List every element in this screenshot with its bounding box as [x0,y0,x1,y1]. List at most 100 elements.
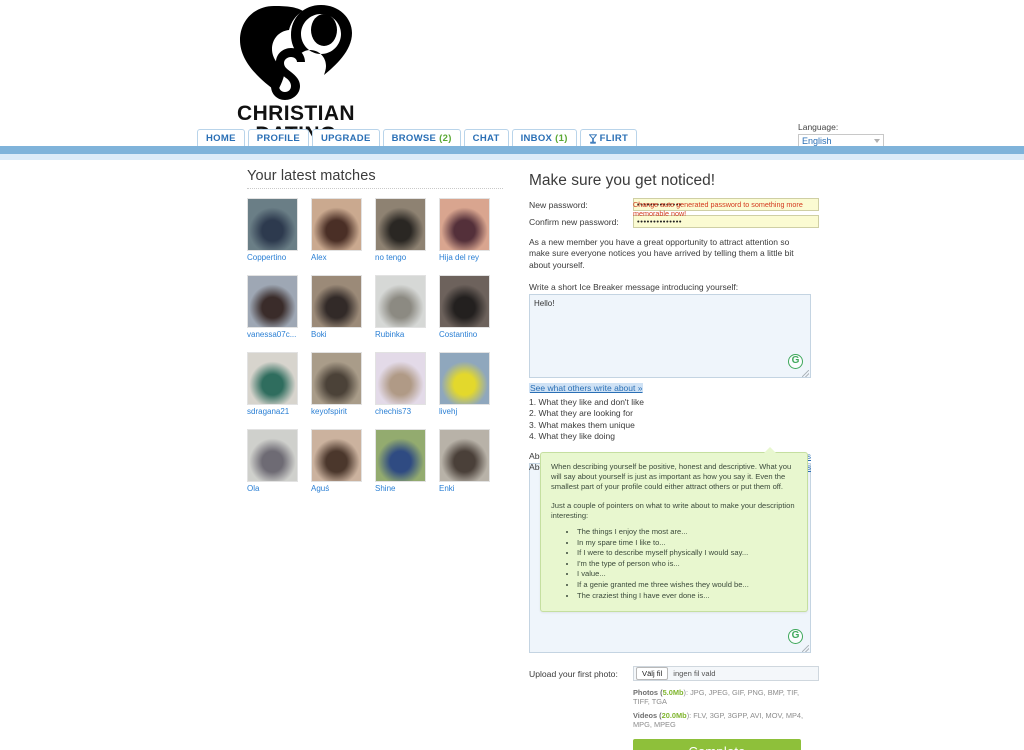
match-cell: livehj [439,352,503,416]
tooltip-bullet: If I were to describe myself physically … [577,548,797,559]
match-avatar[interactable] [311,275,362,328]
photos-max-size: 5.0Mb [662,688,684,698]
match-cell: Alex [311,198,375,262]
match-cell: Enki [439,429,503,493]
tooltip-bullet: If a genie granted me three wishes they … [577,580,797,591]
photos-formats: Photos (5.0Mb): JPG, JPEG, GIF, PNG, BMP… [633,688,811,707]
nav-label: CHAT [472,133,500,144]
match-avatar[interactable] [439,352,490,405]
match-username[interactable]: Coppertino [247,253,307,262]
match-avatar[interactable] [439,275,490,328]
match-cell: Ola [247,429,311,493]
choose-file-button[interactable]: Välj fil [636,667,669,681]
tooltip-bullet: In my spare time I like to... [577,538,797,549]
match-avatar[interactable] [247,198,298,251]
upload-photo-label: Upload your first photo: [529,668,618,679]
profile-setup-form: Make sure you get noticed! Change auto g… [529,172,819,750]
see-what-others-write-link[interactable]: See what others write about » [529,383,644,394]
match-username[interactable]: vanessa07c... [247,330,307,339]
complete-button[interactable]: Complete [633,738,801,750]
browse-count-badge: (2) [439,133,452,144]
nav-label: BROWSE [391,133,437,144]
match-avatar[interactable] [375,429,426,482]
write-about-item: 2. What they are looking for [529,408,633,419]
allowed-formats: Photos (5.0Mb): JPG, JPEG, GIF, PNG, BMP… [633,688,811,730]
tooltip-bullet: I'm the type of person who is... [577,559,797,570]
match-username[interactable]: Alex [311,253,371,262]
write-about-item: 3. What makes them unique [529,419,635,430]
nav-label: UPGRADE [320,133,371,144]
password-warning-text: Change auto generated password to someth… [633,200,803,218]
write-about-item: 4. What they like doing [529,430,615,441]
tooltip-bullet: The craziest thing I have ever done is..… [577,591,797,602]
match-username[interactable]: no tengo [375,253,435,262]
match-username[interactable]: sdragana21 [247,407,307,416]
nav-label: PROFILE [256,133,300,144]
match-avatar[interactable] [247,352,298,405]
matches-divider [247,188,503,189]
match-username[interactable]: Rubinka [375,330,435,339]
match-username[interactable]: Boki [311,330,371,339]
match-avatar[interactable] [439,198,490,251]
match-username[interactable]: chechis73 [375,407,435,416]
match-cell: Coppertino [247,198,311,262]
match-username[interactable]: Aguś [311,484,371,493]
match-avatar[interactable] [439,429,490,482]
match-cell: vanessa07c... [247,275,311,339]
nav-label: INBOX [520,133,553,144]
match-cell: Aguś [311,429,375,493]
match-avatar[interactable] [247,429,298,482]
header-light-blue-bar [0,154,1024,160]
match-avatar[interactable] [375,352,426,405]
site-header: CHRISTIAN DATING INTERNATIONAL HOME PROF… [0,0,1024,157]
tooltip-bullet: The things I enjoy the most are... [577,527,797,538]
intro-paragraph: As a new member you have a great opportu… [529,237,794,270]
match-avatar[interactable] [311,429,362,482]
match-username[interactable]: Costantino [439,330,499,339]
icebreaker-textarea[interactable] [529,294,811,379]
match-cell: sdragana21 [247,352,311,416]
match-username[interactable]: Ola [247,484,307,493]
match-cell: no tengo [375,198,439,262]
write-about-item: 1. What they like and don't like [529,397,645,408]
matches-grid: Coppertino Alex no tengo Hija del rey vaness… [247,198,503,506]
match-cell: keyofspirit [311,352,375,416]
tooltip-bullet-list: The things I enjoy the most are...In my … [551,527,797,601]
match-cell: Shine [375,429,439,493]
icebreaker-label: Write a short Ice Breaker message introd… [529,282,739,293]
couple-heart-logo-icon [240,5,352,100]
match-avatar[interactable] [375,198,426,251]
latest-matches-panel: Your latest matches Coppertino Alex no ten… [247,168,503,506]
photos-prefix: Photos ( [633,688,663,698]
match-avatar[interactable] [375,275,426,328]
match-username[interactable]: Enki [439,484,499,493]
header-blue-bar [0,146,1024,154]
match-avatar[interactable] [311,352,362,405]
write-about-list: 1. What they like and don't like 2. What … [529,397,819,442]
match-avatar[interactable] [247,275,298,328]
file-input-control[interactable]: Välj fil ingen fil vald [633,666,819,682]
match-cell: Hija del rey [439,198,503,262]
icebreaker-wrapper: G [529,294,811,379]
tooltip-bullet: I value... [577,569,797,580]
match-username[interactable]: livehj [439,407,499,416]
cocktail-glass-icon [588,134,597,144]
useful-tips-tooltip: When describing yourself be positive, ho… [540,446,808,613]
match-avatar[interactable] [311,198,362,251]
chevron-down-icon [874,139,880,143]
matches-title: Your latest matches [247,168,376,184]
upload-photo-row: Upload your first photo: Välj fil ingen … [529,666,819,682]
match-cell: Boki [311,275,375,339]
tooltip-paragraph-1: When describing yourself be positive, ho… [551,462,792,492]
inbox-count-badge: (1) [555,133,568,144]
nav-label: FLIRT [599,133,629,144]
videos-formats: Videos (20.0Mb): FLV, 3GP, 3GPP, AVI, MO… [633,711,811,730]
file-status-text: ingen fil vald [673,669,716,679]
match-username[interactable]: Hija del rey [439,253,499,262]
match-cell: chechis73 [375,352,439,416]
about-me-resize-handle[interactable] [802,645,809,653]
match-username[interactable]: Shine [375,484,435,493]
icebreaker-resize-handle[interactable] [802,370,809,378]
grammarly-icon-about[interactable]: G [788,629,803,645]
match-username[interactable]: keyofspirit [311,407,371,416]
